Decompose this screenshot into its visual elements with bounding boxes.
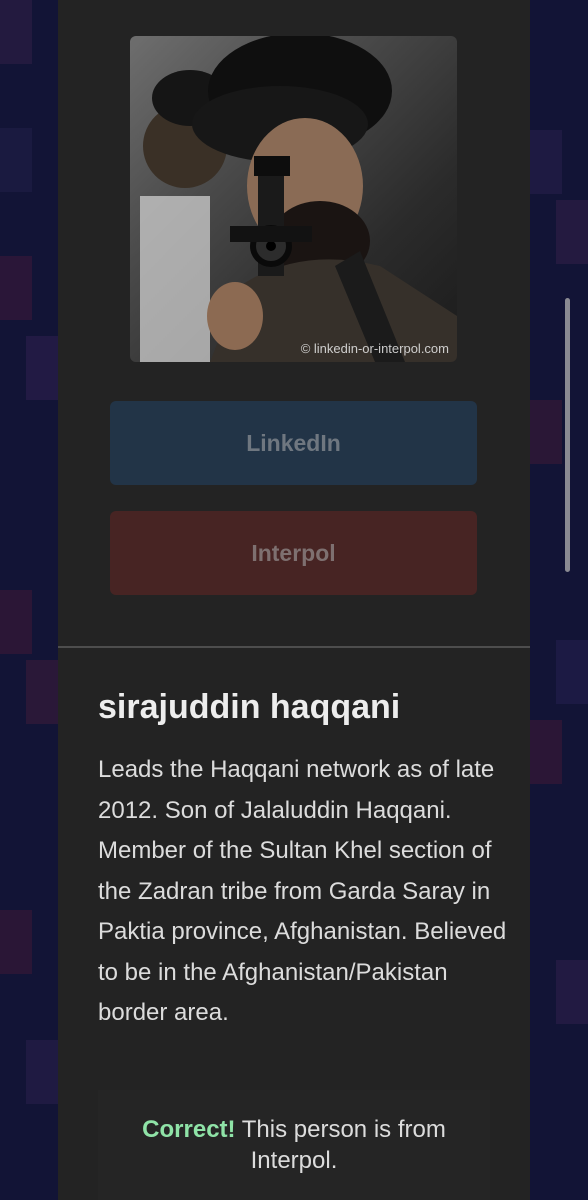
result-verdict: Correct! xyxy=(142,1116,236,1143)
background-tile xyxy=(26,1040,58,1104)
background-tile xyxy=(530,130,562,194)
result-detail: This person is from Interpol. xyxy=(235,1116,446,1174)
background-tile xyxy=(0,910,32,974)
photo-watermark: © linkedin-or-interpol.com xyxy=(300,341,449,356)
person-name: sirajuddin haqqani xyxy=(98,688,401,726)
photo-illustration xyxy=(140,36,457,362)
linkedin-button[interactable]: LinkedIn xyxy=(110,401,477,485)
background-tile xyxy=(0,0,32,64)
interpol-button[interactable]: Interpol xyxy=(110,511,477,595)
background-tile xyxy=(0,256,32,320)
background-tile xyxy=(556,640,588,704)
background-tile xyxy=(0,590,32,654)
background-tile xyxy=(556,200,588,264)
background-tile xyxy=(0,128,32,192)
person-description: Leads the Haqqani network as of late 201… xyxy=(98,756,507,1026)
result-box: Correct! This person is from Interpol. xyxy=(98,1090,490,1200)
person-photo: © linkedin-or-interpol.com xyxy=(130,36,457,362)
background-tile xyxy=(26,336,58,400)
result-message: Correct! This person is from Interpol. xyxy=(98,1114,490,1176)
section-divider xyxy=(58,646,530,648)
background-tile xyxy=(530,720,562,784)
background-tile xyxy=(530,400,562,464)
background-tile xyxy=(26,660,58,724)
background-tile xyxy=(556,960,588,1024)
scrollbar-thumb[interactable] xyxy=(565,298,570,572)
